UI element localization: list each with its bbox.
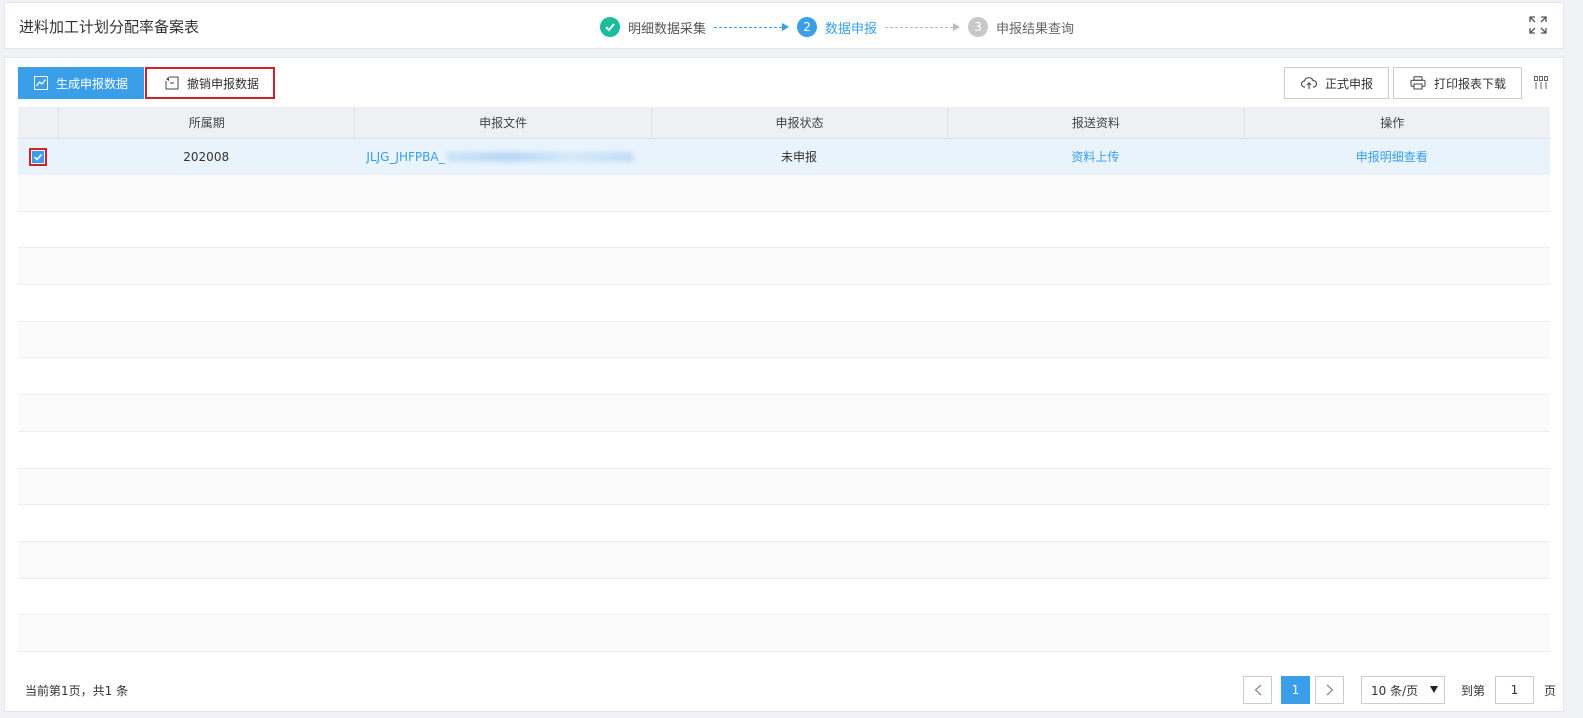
printer-icon	[1410, 76, 1426, 90]
chevron-left-icon	[1254, 684, 1261, 696]
chevron-right-icon	[1326, 684, 1333, 696]
step-arrow-icon	[885, 23, 961, 31]
generate-label: 生成申报数据	[56, 76, 129, 91]
empty-row	[18, 395, 1550, 432]
header-checkbox-cell	[18, 107, 58, 138]
row-checkbox[interactable]	[29, 147, 47, 166]
step-number: 3	[968, 17, 989, 37]
goto-page-input[interactable]	[1495, 676, 1534, 704]
column-header: 操作	[1243, 107, 1540, 138]
cloud-upload-icon	[1301, 77, 1317, 89]
print-label: 打印报表下载	[1434, 76, 1507, 91]
table-header: 所属期 申报文件 申报状态 报送资料 操作	[18, 107, 1550, 139]
period-cell: 202008	[183, 149, 230, 164]
empty-row	[18, 432, 1550, 469]
pagination-summary: 当前第1页，共1 条	[25, 684, 129, 698]
generate-report-button[interactable]: 生成申报数据	[18, 67, 144, 99]
progress-steps: 明细数据采集 2 数据申报 3 申报结果查询	[600, 17, 1074, 37]
row-checkbox-cell	[18, 139, 58, 174]
empty-row	[18, 579, 1550, 616]
revoke-label: 撤销申报数据	[187, 76, 260, 91]
empty-row	[18, 248, 1550, 286]
page-size-value: 10 条/页	[1371, 683, 1419, 698]
redacted-filename	[446, 151, 633, 162]
top-header: 进料加工计划分配率备案表 明细数据采集 2 数据申报 3 申报结果查询	[4, 2, 1564, 49]
revoke-report-button[interactable]: 撤销申报数据	[145, 67, 275, 99]
empty-row	[18, 212, 1550, 249]
empty-row	[18, 468, 1550, 506]
empty-row	[18, 175, 1550, 212]
check-icon	[600, 17, 620, 37]
step-data-collection[interactable]: 明细数据采集	[600, 17, 706, 37]
step-result-query[interactable]: 3 申报结果查询	[968, 17, 1074, 37]
next-page-button[interactable]	[1315, 676, 1344, 704]
step-number: 2	[797, 17, 818, 37]
step-label: 明细数据采集	[628, 21, 707, 37]
page-number-button[interactable]: 1	[1281, 676, 1310, 704]
column-header: 所属期	[58, 107, 354, 138]
undo-doc-icon	[165, 76, 179, 90]
empty-row	[18, 541, 1550, 579]
prev-page-button[interactable]	[1243, 676, 1272, 704]
column-header: 申报文件	[354, 107, 650, 138]
main-panel: 生成申报数据 撤销申报数据 正式申报 打印报表下载 所属期 申报文件 申报状态 …	[4, 57, 1564, 712]
chart-icon	[34, 76, 48, 90]
table-row[interactable]: 202008 JLJG_JHFPBA_ 未申报 资料上传 申报明细查看	[18, 139, 1550, 175]
page-size-select[interactable]: 10 条/页	[1361, 676, 1445, 704]
step-arrow-icon	[714, 23, 790, 31]
report-table: 所属期 申报文件 申报状态 报送资料 操作 202008 JLJG_JHFPBA…	[18, 107, 1550, 652]
table-body: 202008 JLJG_JHFPBA_ 未申报 资料上传 申报明细查看	[18, 139, 1550, 652]
empty-row	[18, 505, 1550, 542]
caret-down-icon	[1430, 686, 1438, 693]
column-header: 申报状态	[650, 107, 947, 138]
check-icon	[32, 150, 44, 163]
goto-label: 到第	[1461, 684, 1486, 698]
grid-icon[interactable]	[1534, 76, 1548, 90]
column-header: 报送资料	[947, 107, 1243, 138]
goto-suffix: 页	[1544, 684, 1557, 698]
empty-row	[18, 321, 1550, 359]
page-title: 进料加工计划分配率备案表	[19, 18, 200, 36]
file-name: JLJG_JHFPBA_	[366, 149, 445, 164]
expand-icon[interactable]	[1529, 16, 1547, 34]
formal-submit-button[interactable]: 正式申报	[1284, 67, 1389, 99]
status-cell: 未申报	[780, 150, 817, 164]
view-detail-link[interactable]: 申报明细查看	[1244, 139, 1540, 174]
step-label: 申报结果查询	[996, 21, 1075, 37]
empty-row	[18, 358, 1550, 396]
print-download-button[interactable]: 打印报表下载	[1393, 67, 1522, 99]
empty-row	[18, 615, 1550, 652]
empty-row	[18, 285, 1550, 322]
step-data-report[interactable]: 2 数据申报	[797, 17, 877, 37]
submit-label: 正式申报	[1325, 76, 1374, 91]
upload-material-link[interactable]: 资料上传	[947, 139, 1243, 174]
step-label: 数据申报	[825, 21, 878, 37]
report-file-link[interactable]: JLJG_JHFPBA_	[354, 139, 650, 174]
